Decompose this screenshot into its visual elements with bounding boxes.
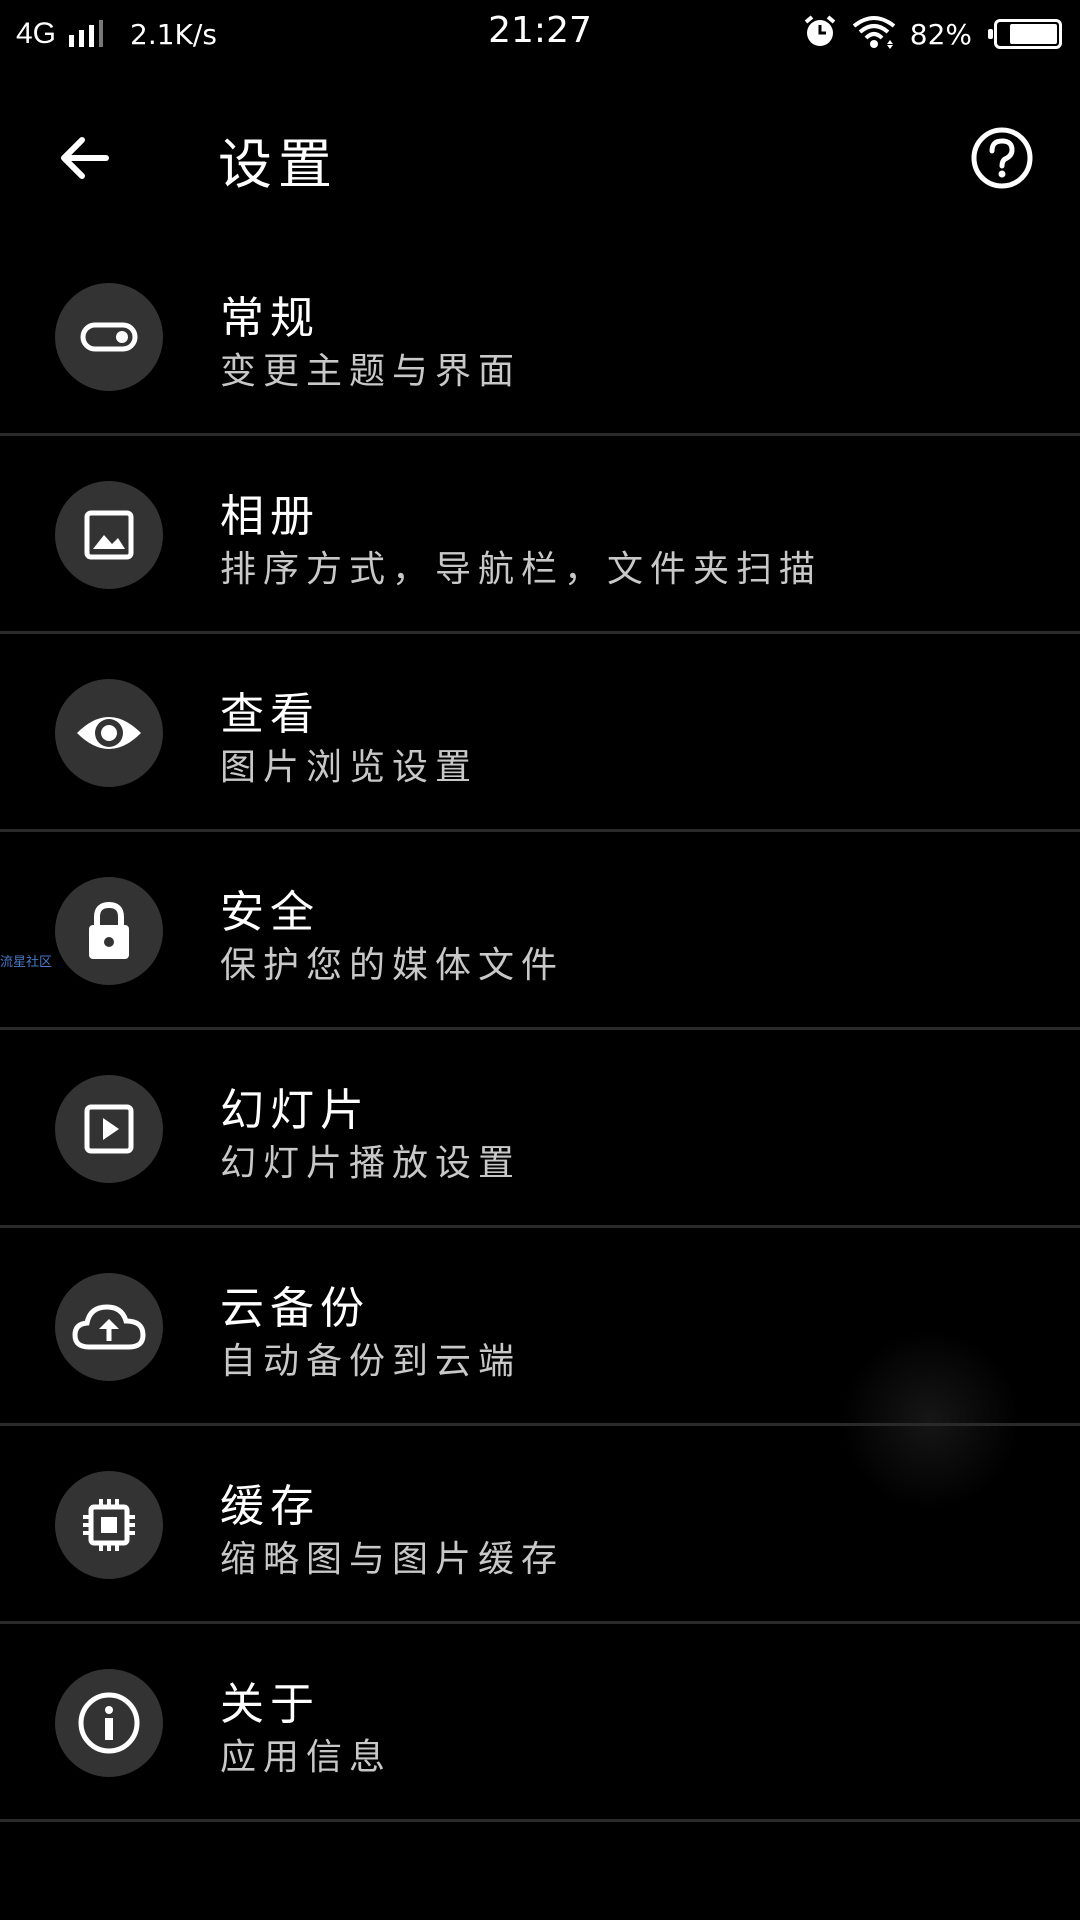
item-subtitle: 排序方式，导航栏，文件夹扫描 <box>220 549 823 590</box>
toggle-icon <box>55 283 163 391</box>
wifi-icon <box>852 14 896 54</box>
item-title: 安全 <box>220 887 320 938</box>
help-button[interactable] <box>964 122 1040 198</box>
item-title: 常规 <box>220 293 320 344</box>
settings-item-security[interactable]: 安全 保护您的媒体文件 <box>0 832 1080 1030</box>
settings-item-general[interactable]: 常规 变更主题与界面 <box>0 238 1080 436</box>
chip-icon <box>55 1471 163 1579</box>
watermark-text: 流星社区 <box>0 955 53 970</box>
back-button[interactable] <box>48 124 120 196</box>
item-subtitle: 变更主题与界面 <box>220 351 522 392</box>
page-title: 设置 <box>218 133 338 196</box>
item-title: 幻灯片 <box>220 1085 370 1136</box>
item-subtitle: 保护您的媒体文件 <box>220 945 565 986</box>
settings-item-cloud-backup[interactable]: 云备份 自动备份到云端 <box>0 1228 1080 1426</box>
settings-item-cache[interactable]: 缓存 缩略图与图片缓存 <box>0 1426 1080 1624</box>
alarm-icon <box>802 14 838 54</box>
status-bar: 4G 2.1K/s 21:27 82% <box>0 0 1080 70</box>
item-subtitle: 图片浏览设置 <box>220 747 479 788</box>
play-box-icon <box>55 1075 163 1183</box>
battery-percent: 82% <box>909 17 972 51</box>
settings-list: 常规 变更主题与界面 相册 排序方式，导航栏，文件夹扫描 查看 图片浏览设置 安… <box>0 238 1080 1822</box>
cloud-upload-icon <box>55 1273 163 1381</box>
help-circle-icon <box>970 126 1034 194</box>
settings-item-view[interactable]: 查看 图片浏览设置 <box>0 634 1080 832</box>
info-icon <box>55 1669 163 1777</box>
item-title: 查看 <box>220 689 320 740</box>
item-title: 云备份 <box>220 1283 370 1334</box>
item-title: 关于 <box>220 1679 320 1730</box>
item-subtitle: 自动备份到云端 <box>220 1341 522 1382</box>
settings-item-about[interactable]: 关于 应用信息 <box>0 1624 1080 1822</box>
arrow-left-icon <box>56 130 112 190</box>
settings-screen: 4G 2.1K/s 21:27 82% 设置 流星社区 常规 变更主题与界面 相… <box>0 0 1080 1920</box>
settings-item-slideshow[interactable]: 幻灯片 幻灯片播放设置 <box>0 1030 1080 1228</box>
battery-level <box>1010 24 1057 44</box>
item-title: 缓存 <box>220 1481 320 1532</box>
battery-icon <box>988 19 1062 49</box>
lock-icon <box>55 877 163 985</box>
item-title: 相册 <box>220 491 320 542</box>
item-subtitle: 幻灯片播放设置 <box>220 1143 522 1184</box>
eye-icon <box>55 679 163 787</box>
app-bar: 设置 <box>0 88 1080 224</box>
image-icon <box>55 481 163 589</box>
settings-item-albums[interactable]: 相册 排序方式，导航栏，文件夹扫描 <box>0 436 1080 634</box>
item-subtitle: 缩略图与图片缓存 <box>220 1539 565 1580</box>
status-right: 82% <box>802 12 1062 56</box>
item-subtitle: 应用信息 <box>220 1737 393 1778</box>
